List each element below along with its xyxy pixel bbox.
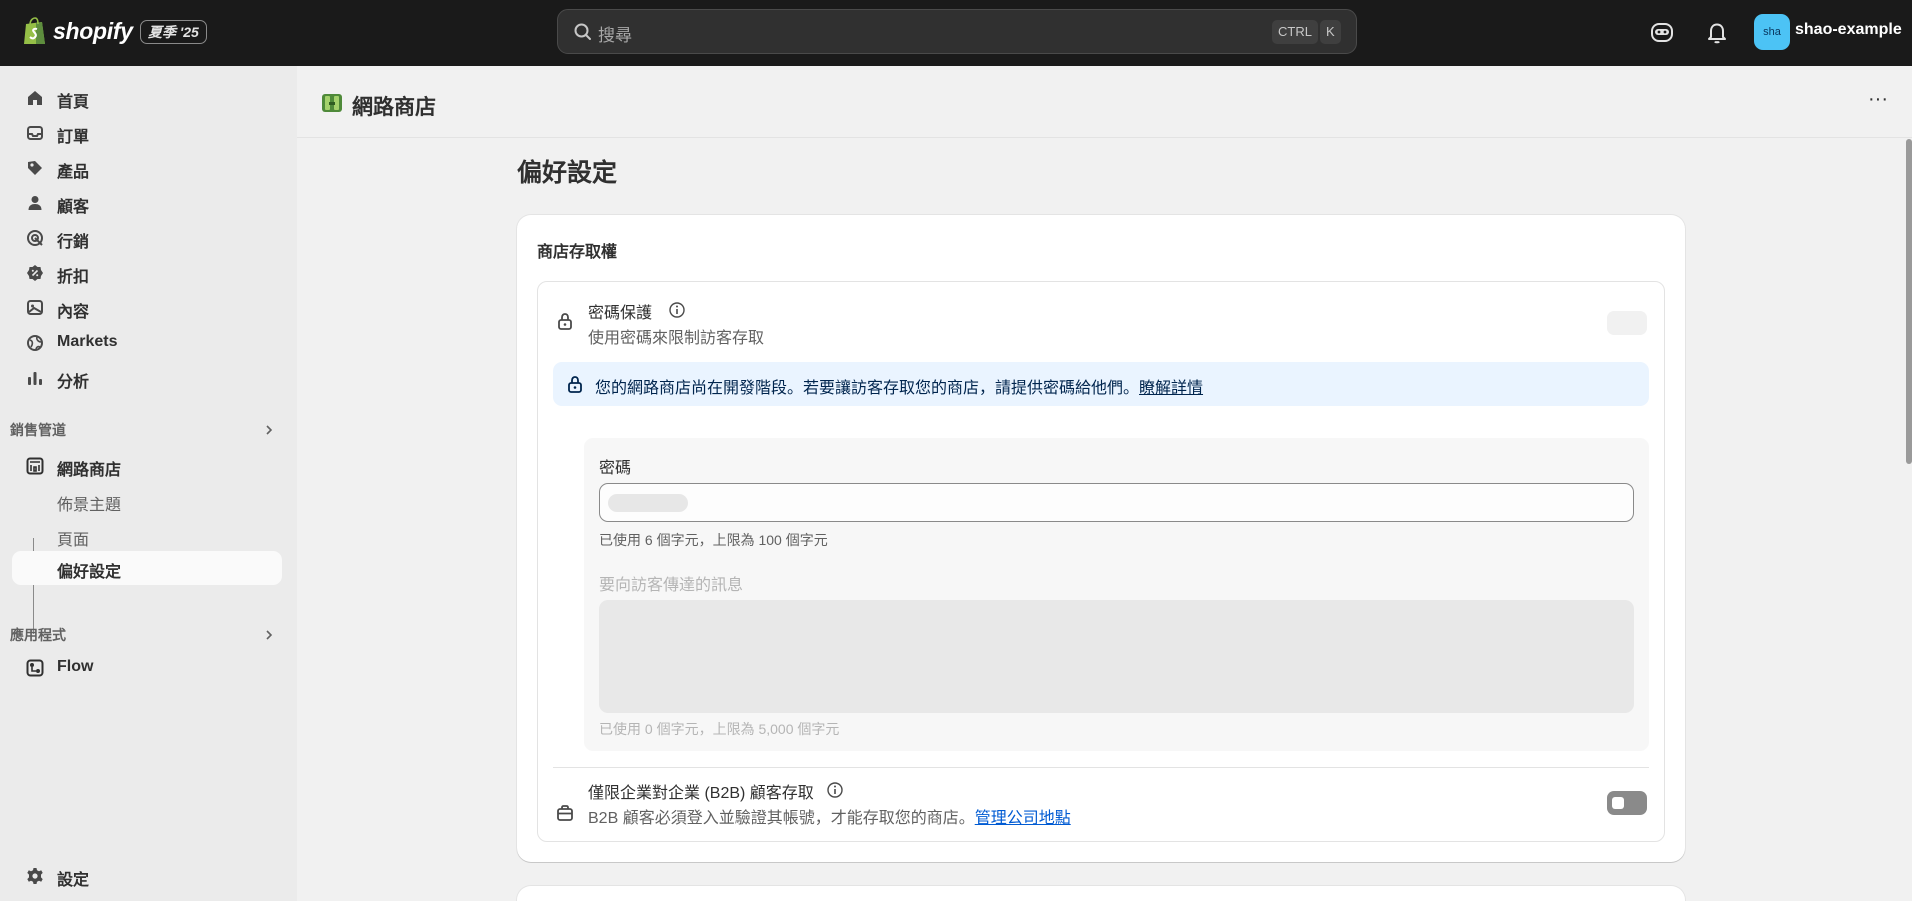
info-icon[interactable]	[668, 301, 686, 319]
store-access-card: 商店存取權 密碼保護 使用密碼來限制訪客存取 您的網路商店尚在開發階段。若要讓訪…	[517, 215, 1685, 862]
visitor-message-char-count: 已使用 0 個字元，上限為 5,000 個字元	[599, 721, 840, 737]
sidebar-item-products[interactable]: 產品	[12, 151, 282, 185]
bell-icon[interactable]	[1703, 18, 1731, 46]
sidebar-item-analytics[interactable]: 分析	[12, 361, 282, 395]
sidebar-item-label: Flow	[57, 658, 94, 675]
person-icon	[28, 196, 42, 210]
password-input[interactable]	[599, 483, 1634, 522]
sidebar-item-content[interactable]: 內容	[12, 291, 282, 325]
sidebar-item-label: 設定	[57, 872, 90, 889]
briefcase-icon	[557, 805, 573, 821]
page-header-title: 網路商店	[352, 96, 436, 119]
sidebar-item-themes[interactable]: 佈景主題	[12, 484, 282, 518]
password-char-count: 已使用 6 個字元，上限為 100 個字元	[599, 532, 828, 548]
card-title: 商店存取權	[537, 244, 618, 261]
sidebar-item-label: 行銷	[57, 234, 90, 251]
password-protection-toggle[interactable]	[1607, 311, 1647, 335]
lock-icon	[558, 313, 572, 330]
home-icon	[28, 91, 42, 105]
banner-message: 您的網路商店尚在開發階段。若要讓訪客存取您的商店，請提供密碼給他們。	[595, 380, 1140, 397]
development-info-banner: 您的網路商店尚在開發階段。若要讓訪客存取您的商店，請提供密碼給他們。瞭解詳情	[553, 362, 1649, 406]
search-bar[interactable]: 搜尋 CTRL K	[557, 9, 1357, 54]
search-placeholder: 搜尋	[598, 26, 632, 45]
b2b-access-title: 僅限企業對企業 (B2B) 顧客存取	[588, 785, 814, 802]
password-label: 密碼	[599, 460, 632, 477]
sidebar-item-label: Markets	[57, 333, 118, 350]
season-badge[interactable]: 夏季 '25	[140, 20, 207, 44]
sidebar-item-discounts[interactable]: 折扣	[12, 256, 282, 290]
sidebar-item-label: 內容	[57, 304, 90, 321]
toggle-knob	[1612, 797, 1624, 809]
store-icon	[26, 457, 44, 475]
visitor-message-textarea[interactable]	[599, 600, 1634, 713]
access-options-panel: 密碼保護 使用密碼來限制訪客存取 您的網路商店尚在開發階段。若要讓訪客存取您的商…	[537, 281, 1665, 842]
sidebar-item-label: 分析	[57, 374, 90, 391]
search-icon	[574, 23, 591, 40]
flow-icon	[26, 659, 44, 677]
shortcut-ctrl-key: CTRL	[1272, 20, 1318, 44]
sidebar-item-label: 網路商店	[57, 462, 122, 479]
sidebar-item-settings[interactable]: 設定	[12, 859, 282, 893]
store-name[interactable]: shao-example	[1795, 21, 1902, 39]
sidebar-item-customers[interactable]: 顧客	[12, 186, 282, 220]
scrollbar-thumb[interactable]	[1906, 139, 1912, 464]
page-title: 偏好設定	[517, 159, 618, 187]
image-icon	[27, 300, 43, 315]
sidebar-item-label: 折扣	[57, 269, 90, 286]
password-protection-title: 密碼保護	[588, 305, 653, 322]
b2b-description-text: B2B 顧客必須登入並驗證其帳號，才能存取您的商店。	[588, 810, 975, 827]
info-icon[interactable]	[826, 781, 844, 799]
inbox-icon	[27, 126, 43, 140]
page-header: 網路商店 ···	[297, 66, 1912, 138]
visitor-message-label: 要向訪客傳達的訊息	[599, 577, 744, 594]
sidebar-item-label: 偏好設定	[57, 564, 122, 581]
sidebar-item-label: 訂單	[57, 129, 90, 146]
sidebar-item-label: 頁面	[57, 532, 90, 549]
sidebar-item-markets[interactable]: Markets	[12, 326, 282, 360]
globe-icon	[27, 335, 43, 351]
discount-icon	[27, 265, 43, 281]
sidebar-item-online-store[interactable]: 網路商店	[12, 449, 282, 483]
sidebar-item-label: 顧客	[57, 199, 90, 216]
gear-icon	[27, 868, 43, 884]
divider	[553, 767, 1649, 768]
target-icon	[27, 230, 43, 246]
masked-password-value	[608, 494, 688, 512]
more-actions-button[interactable]: ···	[1865, 89, 1891, 113]
learn-more-link[interactable]: 瞭解詳情	[1139, 380, 1203, 397]
b2b-access-description: B2B 顧客必須登入並驗證其帳號，才能存取您的商店。管理公司地點	[588, 804, 1071, 828]
sidebar-item-label: 佈景主題	[57, 497, 122, 514]
online-store-icon	[322, 94, 342, 112]
top-bar: shopify 夏季 '25 搜尋 CTRL K sha shao-exampl…	[0, 0, 1912, 66]
next-settings-card	[517, 886, 1685, 901]
password-settings-box: 密碼 已使用 6 個字元，上限為 100 個字元 要向訪客傳達的訊息 已使用 0…	[584, 438, 1649, 751]
shopify-logo[interactable]: shopify	[22, 16, 133, 46]
brand-name: shopify	[53, 17, 133, 44]
sidebar-item-orders[interactable]: 訂單	[12, 116, 282, 150]
manage-company-locations-link[interactable]: 管理公司地點	[975, 810, 1071, 827]
sidebar: 首頁 訂單 產品 顧客 行銷 折扣 內容 Markets 分析 銷售管道 網路商…	[0, 66, 297, 901]
sales-channels-heading[interactable]: 銷售管道	[10, 420, 66, 440]
password-protection-description: 使用密碼來限制訪客存取	[588, 330, 765, 347]
sidekick-icon[interactable]	[1648, 18, 1676, 46]
banner-text: 您的網路商店尚在開發階段。若要讓訪客存取您的商店，請提供密碼給他們。瞭解詳情	[595, 374, 1203, 398]
chevron-right-icon[interactable]	[262, 628, 276, 642]
apps-heading[interactable]: 應用程式	[10, 625, 66, 645]
sidebar-item-marketing[interactable]: 行銷	[12, 221, 282, 255]
chevron-right-icon[interactable]	[262, 423, 276, 437]
avatar[interactable]: sha	[1754, 14, 1790, 50]
sidebar-item-preferences[interactable]: 偏好設定	[12, 551, 282, 585]
sidebar-item-label: 產品	[57, 164, 90, 181]
sidebar-item-label: 首頁	[57, 94, 90, 111]
sidebar-item-flow[interactable]: Flow	[12, 651, 282, 685]
shortcut-k-key: K	[1320, 20, 1341, 44]
b2b-access-toggle[interactable]	[1607, 791, 1647, 815]
sidebar-item-pages[interactable]: 頁面	[12, 519, 282, 553]
shopify-bag-icon	[24, 17, 45, 44]
sidebar-item-home[interactable]: 首頁	[12, 81, 282, 115]
lock-icon	[568, 376, 582, 393]
bar-chart-icon	[28, 372, 42, 385]
tag-icon	[28, 161, 42, 175]
